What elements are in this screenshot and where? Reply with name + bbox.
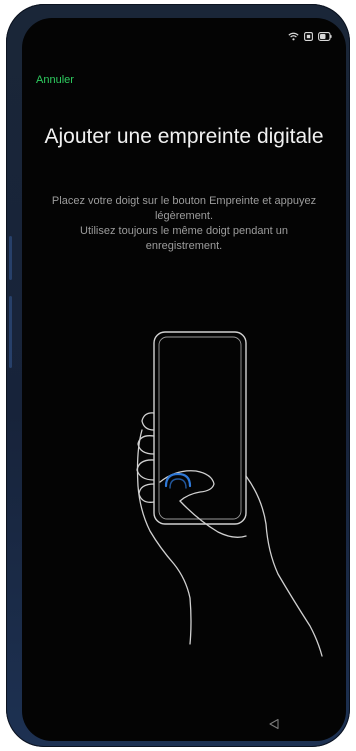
hand-holding-phone-fingerprint-illustration — [136, 331, 323, 657]
illustrated-phone — [153, 331, 247, 525]
hand-outline — [136, 412, 323, 657]
page-title: Ajouter une empreinte digitale — [44, 125, 324, 148]
power-button — [9, 296, 12, 368]
instruction-line: Utilisez toujours le même doigt pendant … — [80, 225, 288, 252]
instructions: Placez votre doigt sur le bouton Emprein… — [48, 194, 320, 254]
wifi-icon — [288, 32, 299, 41]
screen: Annuler Ajouter une empreinte digitale P… — [22, 18, 346, 741]
volume-button — [9, 236, 12, 280]
status-bar — [288, 32, 332, 41]
battery-icon — [318, 32, 332, 41]
phone-frame: Annuler Ajouter une empreinte digitale P… — [6, 4, 350, 747]
back-triangle-icon[interactable] — [268, 718, 280, 730]
instruction-line: Placez votre doigt sur le bouton Emprein… — [51, 195, 317, 222]
fingerprint-icon — [164, 472, 192, 489]
cancel-button[interactable]: Annuler — [36, 74, 74, 86]
sim-icon — [304, 32, 313, 41]
